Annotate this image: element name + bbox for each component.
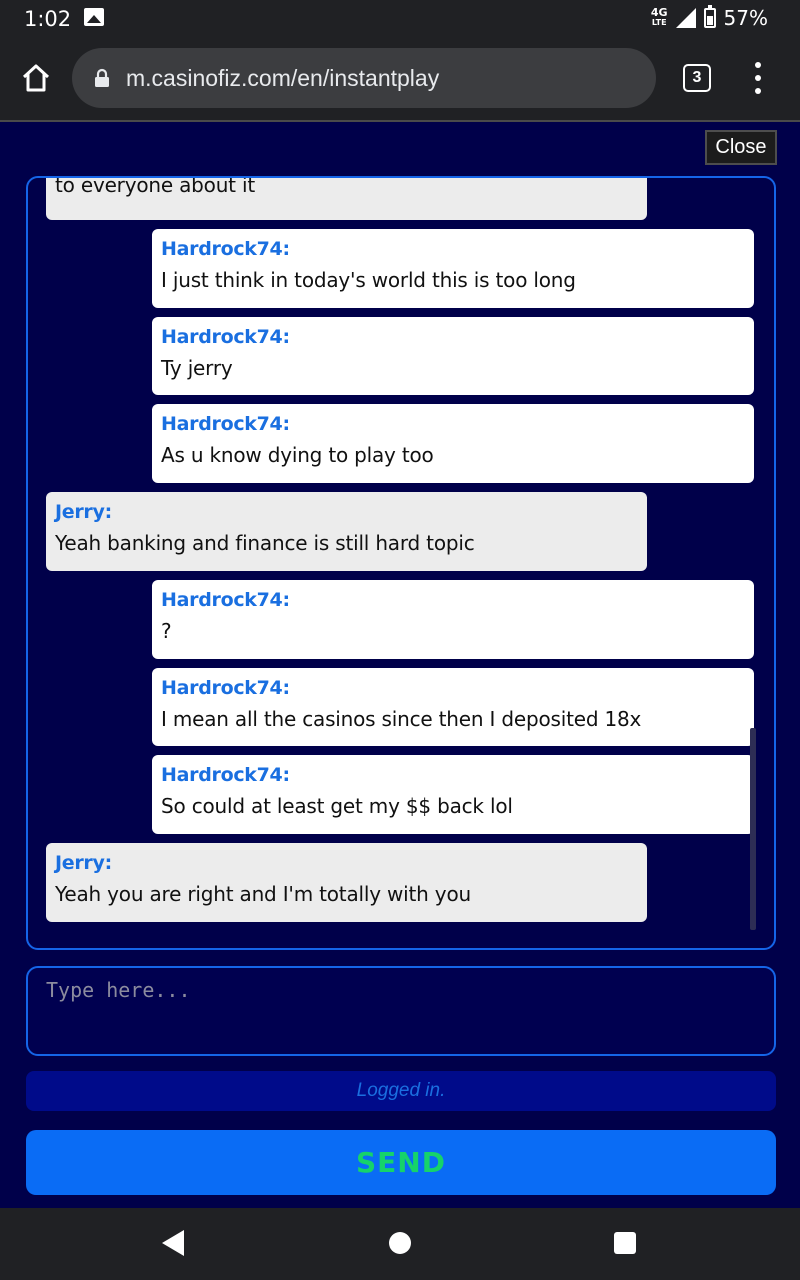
signal-icon bbox=[675, 8, 696, 28]
chat-message-partial: to everyone about it bbox=[46, 176, 647, 220]
message-input-wrapper bbox=[26, 966, 776, 1056]
message-text: As u know dying to play too bbox=[161, 443, 434, 467]
more-options-icon[interactable] bbox=[748, 62, 768, 94]
status-indicators: 4G LTE 57% bbox=[651, 4, 768, 32]
chat-message: Hardrock74: ? bbox=[152, 580, 754, 659]
message-author: Hardrock74: bbox=[161, 238, 290, 260]
browser-toolbar: m.casinofiz.com/en/instantplay 3 bbox=[0, 36, 800, 120]
lock-icon bbox=[95, 68, 109, 87]
message-text: ? bbox=[161, 619, 172, 643]
chat-message: Hardrock74: I just think in today's worl… bbox=[152, 229, 754, 308]
battery-percent: 57% bbox=[723, 6, 768, 30]
network-subtype: LTE bbox=[651, 18, 667, 27]
message-text: to everyone about it bbox=[55, 176, 255, 197]
login-status: Logged in. bbox=[26, 1071, 776, 1111]
chat-message: Jerry: Yeah you are right and I'm totall… bbox=[46, 843, 647, 922]
message-author: Jerry: bbox=[55, 501, 112, 523]
tab-switcher-button[interactable]: 3 bbox=[683, 64, 711, 92]
message-text: Yeah banking and finance is still hard t… bbox=[55, 531, 475, 555]
message-text: So could at least get my $$ back lol bbox=[161, 794, 513, 818]
back-icon[interactable] bbox=[162, 1230, 184, 1256]
message-text: Ty jerry bbox=[161, 356, 233, 380]
system-nav-bar bbox=[0, 1208, 800, 1280]
message-input[interactable] bbox=[46, 978, 746, 1044]
message-author: Hardrock74: bbox=[161, 677, 290, 699]
home-button[interactable] bbox=[18, 60, 54, 96]
address-bar[interactable]: m.casinofiz.com/en/instantplay bbox=[72, 48, 656, 108]
chat-message: Hardrock74: Ty jerry bbox=[152, 317, 754, 395]
network-type: 4G bbox=[650, 6, 668, 19]
close-button[interactable]: Close bbox=[705, 130, 777, 165]
send-button[interactable]: SEND bbox=[26, 1130, 776, 1195]
chat-message: Hardrock74: I mean all the casinos since… bbox=[152, 668, 754, 746]
message-author: Hardrock74: bbox=[161, 764, 290, 786]
chat-message: Hardrock74: As u know dying to play too bbox=[152, 404, 754, 483]
chat-message: Hardrock74: So could at least get my $$ … bbox=[152, 755, 754, 834]
home-icon bbox=[22, 64, 50, 92]
chat-messages: to everyone about it Hardrock74: I just … bbox=[28, 178, 774, 948]
image-notification-icon bbox=[84, 8, 104, 26]
message-text: Yeah you are right and I'm totally with … bbox=[55, 882, 471, 906]
recent-apps-icon[interactable] bbox=[614, 1232, 636, 1254]
chat-message: Jerry: Yeah banking and finance is still… bbox=[46, 492, 647, 571]
chat-log[interactable]: to everyone about it Hardrock74: I just … bbox=[26, 176, 776, 950]
home-circle-icon[interactable] bbox=[389, 1232, 411, 1254]
toolbar-divider bbox=[0, 120, 800, 122]
chat-scrollbar[interactable] bbox=[750, 728, 756, 930]
message-text: I just think in today's world this is to… bbox=[161, 268, 576, 292]
status-bar: 1:02 4G LTE 57% bbox=[0, 0, 800, 36]
message-author: Jerry: bbox=[55, 852, 112, 874]
network-indicator: 4G LTE bbox=[650, 6, 668, 28]
message-author: Hardrock74: bbox=[161, 413, 290, 435]
url-text: m.casinofiz.com/en/instantplay bbox=[126, 65, 440, 91]
message-text: I mean all the casinos since then I depo… bbox=[161, 707, 642, 731]
message-author: Hardrock74: bbox=[161, 589, 290, 611]
battery-icon bbox=[703, 5, 716, 28]
status-time: 1:02 bbox=[24, 7, 72, 31]
message-author: Hardrock74: bbox=[161, 326, 290, 348]
